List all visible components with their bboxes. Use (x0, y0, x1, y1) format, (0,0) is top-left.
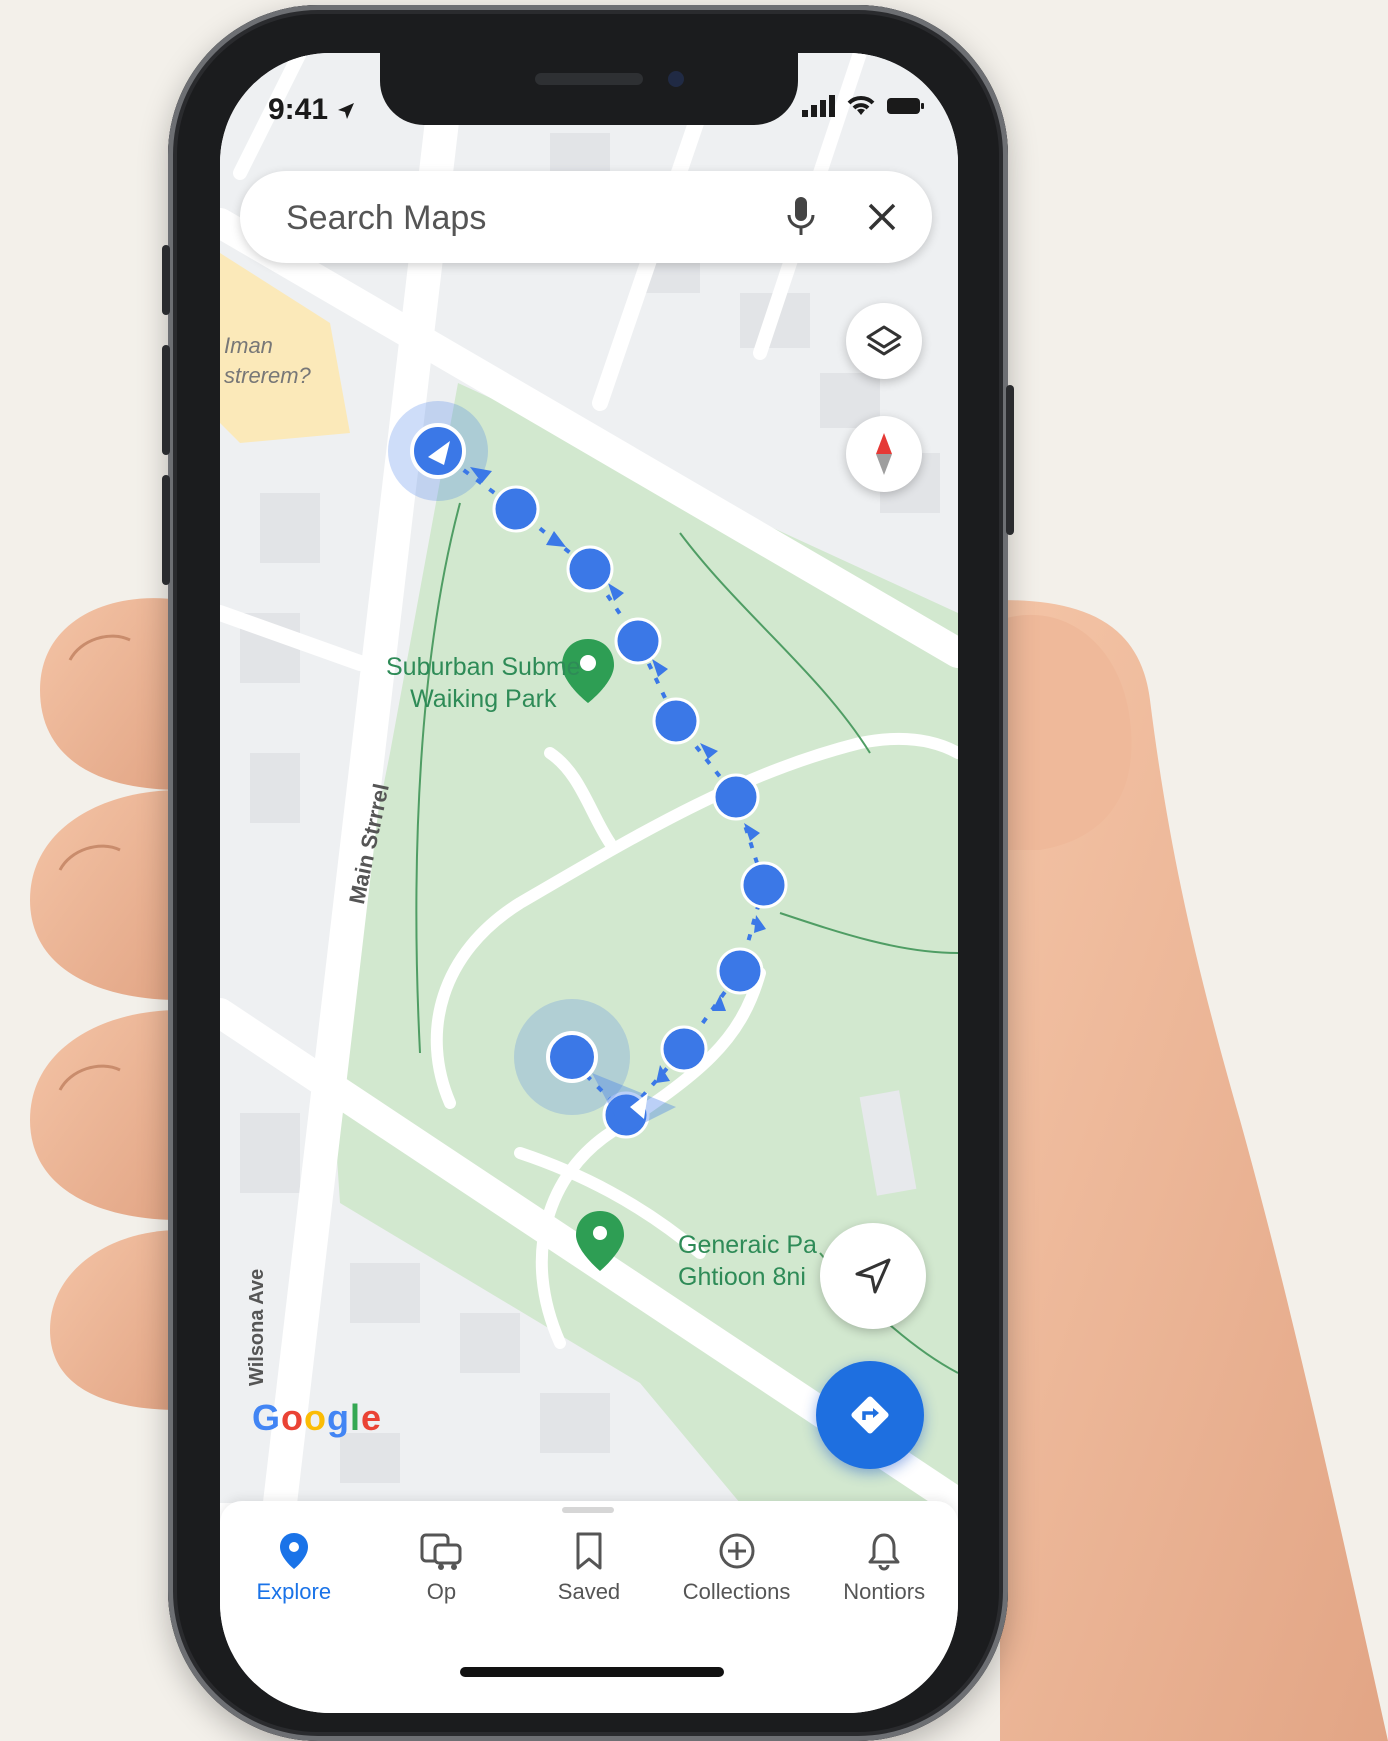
poi-label-line: Iman (224, 333, 273, 358)
nav-item-saved[interactable]: Saved (515, 1531, 663, 1605)
battery-icon (887, 98, 924, 114)
park-label-line: Ghtioon 8ni (678, 1263, 806, 1291)
route-waypoint (740, 861, 788, 909)
phone-screen: Iman strerem? Suburban Subme Waiking Par… (220, 53, 958, 1713)
location-pin-icon (279, 1533, 308, 1569)
wifi-icon (847, 96, 875, 115)
layers-button[interactable] (846, 303, 922, 379)
route-waypoint (660, 1025, 708, 1073)
bell-icon (868, 1533, 900, 1571)
close-icon[interactable] (866, 201, 898, 233)
current-location-dot (546, 1031, 598, 1083)
poi-label-line: strerem? (224, 363, 311, 388)
phone-frame: Iman strerem? Suburban Subme Waiking Par… (162, 5, 1014, 1741)
route-waypoint (614, 617, 662, 665)
nav-label: Collections (682, 1579, 791, 1604)
park-label-line: Generaic Pa (678, 1231, 817, 1259)
nav-label: Op (426, 1579, 457, 1604)
nav-label: Explore (256, 1579, 332, 1604)
nav-label: Nontiors (843, 1579, 926, 1604)
location-arrow-icon (338, 103, 355, 119)
volume-down-button (162, 475, 170, 585)
my-location-button[interactable] (820, 1223, 926, 1329)
route-waypoint (716, 947, 764, 995)
park-label-line: Waiking Park (410, 685, 557, 713)
search-input[interactable]: Search Maps (286, 199, 486, 238)
search-bar[interactable]: Search Maps (240, 171, 932, 263)
navigation-arrow-icon (855, 1258, 891, 1294)
status-time: 9:41 (268, 93, 356, 127)
route-waypoint (566, 545, 614, 593)
avenue-label: Wilsona Ave (246, 1268, 268, 1386)
status-time-text: 9:41 (268, 93, 329, 126)
nav-label: Saved (557, 1579, 621, 1604)
bookmark-icon (576, 1532, 602, 1570)
park-label[interactable]: Generaic Pa Ghtioon 8ni (678, 1229, 817, 1293)
nav-item-explore[interactable]: Explore (220, 1531, 368, 1605)
google-logo: Google (252, 1397, 383, 1438)
nav-item-collections[interactable]: Collections (663, 1531, 811, 1605)
power-button (1006, 385, 1014, 535)
microphone-icon[interactable] (784, 195, 818, 239)
front-camera (668, 71, 684, 87)
commute-icon (420, 1533, 462, 1570)
cellular-signal-icon (802, 95, 835, 117)
notch (380, 53, 798, 125)
compass-icon (876, 433, 892, 475)
home-indicator[interactable] (460, 1667, 724, 1677)
speaker (535, 73, 643, 85)
compass-button[interactable] (846, 416, 922, 492)
mute-switch (162, 245, 170, 315)
poi-label: Iman strerem? (224, 331, 311, 391)
directions-button[interactable] (816, 1361, 924, 1469)
route-waypoint (712, 773, 760, 821)
park-label-line: Suburban Subme (386, 653, 581, 681)
park-label[interactable]: Suburban Subme Waiking Park (386, 651, 581, 715)
directions-icon (851, 1396, 889, 1434)
route-waypoint (492, 485, 540, 533)
volume-up-button (162, 345, 170, 455)
status-icons (802, 95, 926, 117)
sheet-drag-handle[interactable] (562, 1507, 614, 1513)
route-waypoint (652, 697, 700, 745)
add-circle-icon (719, 1533, 755, 1569)
bottom-nav: Explore Op Saved Collections Nontiors (220, 1531, 958, 1605)
nav-item-notifications[interactable]: Nontiors (810, 1531, 958, 1605)
nav-item-commute[interactable]: Op (368, 1531, 516, 1605)
bottom-navigation-sheet: Explore Op Saved Collections Nontiors (220, 1501, 958, 1713)
layers-icon (866, 325, 902, 356)
